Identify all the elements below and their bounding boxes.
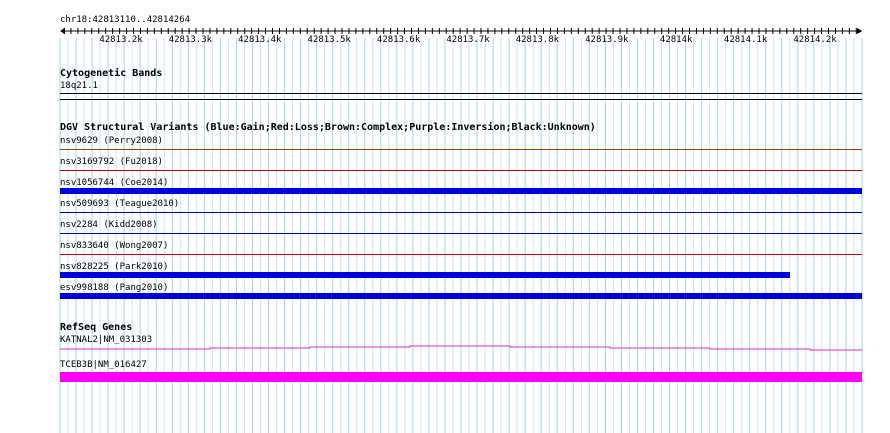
cytoband-line-top (60, 93, 862, 94)
dgv-variant-feature[interactable] (60, 149, 862, 150)
genome-browser-view: chr18:42813110..42814264 42813.2k 42813.3… (0, 0, 890, 433)
gene-label-tceb3b[interactable]: TCEB3B|NM_016427 (60, 360, 147, 371)
ruler-tick-label: 42813.9k (585, 35, 629, 45)
dgv-variant-feature[interactable] (60, 293, 862, 299)
dgv-variant-label[interactable]: nsv9629 (Perry2008) (60, 136, 163, 147)
ruler-tick-label: 42814k (659, 35, 693, 45)
dgv-variant-feature[interactable] (60, 170, 862, 171)
ruler-tick-label: 42813.4k (238, 35, 282, 45)
dgv-variant-label[interactable]: nsv833640 (Wong2007) (60, 241, 168, 252)
dgv-variant-label[interactable]: nsv2284 (Kidd2008) (60, 220, 158, 231)
gene-feature-katnal2[interactable] (0, 343, 890, 355)
dgv-variant-feature[interactable] (60, 188, 862, 194)
cytoband-label: 18q21.1 (60, 81, 98, 91)
ruler-tick-label: 42813.2k (99, 35, 143, 45)
ruler-tick-label: 42813.5k (307, 35, 351, 45)
dgv-variant-feature[interactable] (60, 254, 862, 255)
gene-feature-tceb3b[interactable] (60, 372, 862, 382)
dgv-variant-feature[interactable] (60, 272, 790, 278)
ruler-tick-label: 42813.7k (446, 35, 490, 45)
dgv-variant-label[interactable]: nsv509693 (Teague2010) (60, 199, 179, 210)
ruler-tick-label: 42814.2k (793, 35, 837, 45)
dgv-variant-label[interactable]: nsv3169792 (Fu2018) (60, 157, 163, 168)
ruler-tick-label: 42814.1k (723, 35, 768, 45)
dgv-variant-feature[interactable] (60, 233, 862, 234)
ruler-tick-label: 42813.3k (168, 35, 213, 45)
ruler-tick-label: 42813.8k (515, 35, 560, 45)
dgv-variant-feature[interactable] (60, 212, 862, 213)
dgv-track-title: DGV Structural Variants (Blue:Gain;Red:L… (60, 122, 596, 133)
right-arrow-icon (857, 28, 862, 34)
ruler-tick-label: 42813.6k (376, 35, 421, 45)
refseq-track-title: RefSeq Genes (60, 322, 133, 333)
cytoband-track-title: Cytogenetic Bands (60, 68, 163, 79)
cytoband-line-bottom (60, 99, 862, 100)
